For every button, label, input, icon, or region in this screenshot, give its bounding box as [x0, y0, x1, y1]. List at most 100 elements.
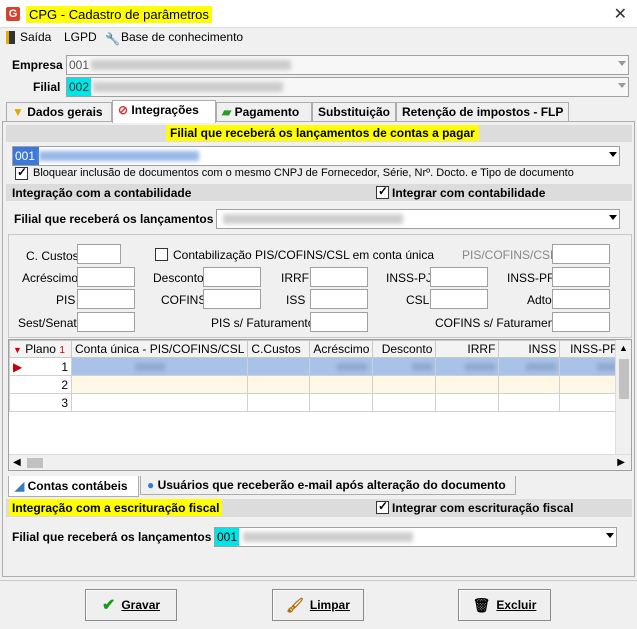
money-icon: ▰ — [222, 105, 232, 119]
csl-label: CSL — [406, 293, 430, 307]
close-icon[interactable]: ✕ — [614, 4, 627, 24]
fiscal-filial-label: Filial que receberá os lançamentos — [12, 530, 212, 544]
pis-input[interactable] — [77, 289, 135, 309]
acrescimo-input[interactable] — [77, 267, 135, 287]
contab-pis-checkbox[interactable] — [155, 248, 168, 261]
tab-dados-gerais[interactable]: ▼ Dados gerais — [6, 102, 112, 122]
user-icon: ● — [147, 478, 155, 492]
tab-label: Usuários que receberão e-mail após alter… — [157, 478, 506, 492]
scroll-thumb[interactable] — [27, 458, 43, 468]
gravar-button[interactable]: ✔ Gravar — [85, 589, 177, 621]
tab-label: Dados gerais — [27, 105, 103, 119]
cofins-label: COFINS — [161, 293, 207, 307]
chevron-left-icon[interactable]: ◀ — [13, 457, 21, 468]
cofins-faturamento-input[interactable] — [552, 312, 610, 332]
app-icon: G — [6, 7, 20, 21]
inss-pf-input[interactable] — [552, 267, 610, 287]
menu-saida[interactable]: Saída — [20, 30, 51, 44]
chevron-down-icon — [606, 533, 614, 538]
iss-label: ISS — [286, 293, 306, 307]
pis-faturamento-input[interactable] — [310, 312, 368, 332]
iss-input[interactable] — [310, 289, 368, 309]
limpar-label: Limpar — [309, 598, 350, 612]
acrescimo-label: Acréscimo — [22, 271, 79, 285]
irrf-input[interactable] — [310, 267, 368, 287]
col-acrescimo[interactable]: Acréscimo — [309, 340, 374, 358]
inss-pj-input[interactable] — [430, 267, 488, 287]
horizontal-scrollbar[interactable]: ◀ ▶ — [9, 454, 631, 470]
contab-pis-label: Contabilização PIS/COFINS/CSL em conta ú… — [173, 248, 435, 262]
tab-contas-contabeis[interactable]: ◢ Contas contábeis — [8, 476, 139, 497]
col-c-custos[interactable]: C.Custos — [247, 340, 311, 358]
title-bar: G CPG - Cadastro de parâmetros ✕ — [0, 0, 637, 28]
excluir-button[interactable]: 🗑 Excluir — [458, 589, 551, 621]
c-custos-label: C. Custos — [26, 249, 79, 263]
adto-input[interactable] — [552, 289, 610, 309]
col-irrf[interactable]: IRRF — [435, 340, 500, 358]
contabilidade-filial-label: Filial que receberá os lançamentos — [14, 212, 214, 226]
tab-substituicao[interactable]: Substituição — [312, 102, 396, 122]
table-header-row: ▼ Plano 1 Conta única - PIS/COFINS/CSL C… — [9, 340, 622, 358]
chevron-right-icon[interactable]: ▶ — [617, 457, 625, 468]
empresa-label: Empresa — [12, 58, 63, 72]
chart-icon: ◢ — [15, 479, 25, 493]
tab-pagamento[interactable]: ▰ Pagamento — [216, 102, 312, 122]
pis-cofins-csl-label: PIS/COFINS/CSL — [462, 248, 557, 262]
filial-select[interactable]: 002 — [66, 77, 629, 97]
fiscal-filial-select[interactable]: 001 — [214, 527, 617, 547]
table-row[interactable]: 3 — [9, 393, 622, 412]
cofins-faturamento-label: COFINS s/ Faturamento — [435, 316, 565, 330]
tab-retencao-impostos[interactable]: Retenção de impostos - FLP — [396, 102, 569, 122]
chevron-down-icon — [609, 215, 617, 220]
integrar-contabilidade-label: Integrar com contabilidade — [392, 186, 546, 200]
contas-table: ▼ Plano 1 Conta única - PIS/COFINS/CSL C… — [9, 340, 622, 412]
vertical-scrollbar[interactable]: ▲ — [615, 340, 631, 454]
col-inss[interactable]: INSS — [498, 340, 561, 358]
tab-label: Contas contábeis — [27, 479, 128, 493]
chevron-down-icon — [609, 152, 617, 157]
sest-senat-input[interactable] — [77, 312, 135, 332]
col-conta-unica[interactable]: Conta única - PIS/COFINS/CSL — [70, 340, 249, 358]
link-icon: ⊘ — [118, 103, 129, 117]
trash-icon: 🗑 — [472, 596, 491, 613]
menu-base-conhecimento[interactable]: Base de conhecimento — [121, 30, 243, 44]
tab-label: Substituição — [318, 105, 391, 119]
desconto-input[interactable] — [203, 267, 261, 287]
exit-icon — [6, 31, 15, 44]
integrar-fiscal-checkbox[interactable] — [376, 499, 389, 514]
col-desconto[interactable]: Desconto — [372, 340, 437, 358]
table-row[interactable]: 2 — [9, 375, 622, 394]
tab-integracoes[interactable]: ⊘ Integrações — [112, 100, 216, 123]
bloquear-checkbox[interactable] — [15, 165, 28, 180]
empresa-code: 001 — [69, 58, 90, 72]
fiscal-header: Integração com a escrituração fiscal — [9, 499, 223, 516]
pis-faturamento-label: PIS s/ Faturamento — [211, 316, 315, 330]
filial-label: Filial — [33, 80, 61, 94]
csl-input[interactable] — [430, 289, 488, 309]
pis-cofins-csl-input[interactable] — [552, 244, 610, 264]
contabilidade-filial-select[interactable] — [216, 209, 620, 229]
scroll-thumb[interactable] — [619, 359, 629, 399]
limpar-button[interactable]: 🖌 Limpar — [272, 589, 364, 621]
chevron-down-icon — [618, 83, 626, 88]
tab-usuarios-email[interactable]: ● Usuários que receberão e-mail após alt… — [140, 476, 516, 495]
fiscal-code: 001 — [215, 528, 240, 546]
integrar-contabilidade-checkbox[interactable] — [376, 184, 389, 199]
chevron-down-icon — [618, 61, 626, 66]
gravar-label: Gravar — [121, 598, 161, 612]
col-plano[interactable]: ▼ Plano 1 — [9, 340, 72, 358]
contas-grid[interactable]: ▼ Plano 1 Conta única - PIS/COFINS/CSL C… — [8, 339, 632, 471]
table-row[interactable]: ▶ 1 — [9, 357, 622, 376]
chevron-up-icon[interactable]: ▲ — [619, 343, 628, 353]
contas-pagar-filial-select[interactable]: 001 — [12, 146, 620, 166]
cofins-input[interactable] — [203, 289, 261, 309]
c-custos-input[interactable] — [77, 244, 121, 264]
menu-lgpd[interactable]: LGPD — [64, 30, 97, 44]
main-tabs: ▼ Dados gerais ⊘ Integrações ▰ Pagamento… — [4, 100, 634, 123]
contabilidade-header: Integração com a contabilidade — [12, 186, 192, 200]
brush-icon: 🖌 — [286, 596, 304, 613]
empresa-select[interactable]: 001 — [66, 55, 629, 75]
adto-label: Adto — [527, 293, 552, 307]
checkmark-icon: ✔ — [101, 597, 116, 614]
col-inss-pf[interactable]: INSS-PF — [559, 340, 622, 358]
